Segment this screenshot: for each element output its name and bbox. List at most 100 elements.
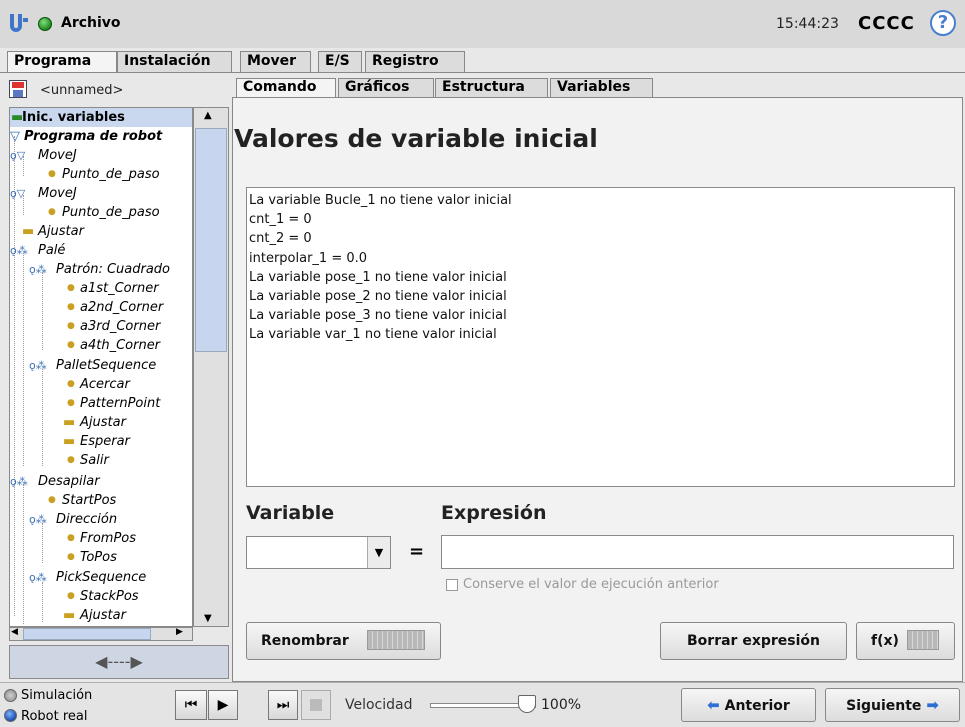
save-icon[interactable] xyxy=(9,80,27,98)
expand-toggle-icon[interactable]: ǫ▽ xyxy=(10,184,25,203)
pallet-icon[interactable]: ǫ⁂ xyxy=(10,472,28,491)
tab-instalacion[interactable]: Instalación xyxy=(117,51,232,73)
pallet-icon[interactable]: ǫ⁂ xyxy=(29,568,47,587)
set-icon: ▬ xyxy=(63,415,76,430)
tree-item-pallet[interactable]: Palé xyxy=(38,241,65,260)
scroll-left-icon[interactable]: ◀ xyxy=(11,627,18,637)
tree-guide xyxy=(23,253,24,466)
scroll-right-icon[interactable]: ▶ xyxy=(176,627,183,637)
simulation-label: Simulación xyxy=(21,688,93,703)
pallet-icon[interactable]: ǫ⁂ xyxy=(29,356,47,375)
tree-item-wait[interactable]: Esperar xyxy=(80,432,130,451)
list-item[interactable]: interpolar_1 = 0.0 xyxy=(249,249,954,268)
waypoint-icon: ● xyxy=(67,379,75,389)
scrollbar-thumb[interactable] xyxy=(195,128,227,352)
help-button[interactable]: ? xyxy=(930,10,956,36)
tree-item-set[interactable]: Ajustar xyxy=(38,222,84,241)
keyboard-icon xyxy=(367,630,425,650)
list-item[interactable]: La variable var_1 no tiene valor inicial xyxy=(249,325,954,344)
tree-item-corner[interactable]: a4th_Corner xyxy=(80,336,160,355)
equals-sign: = xyxy=(409,541,425,562)
expression-input[interactable] xyxy=(441,535,954,569)
tab-programa[interactable]: Programa xyxy=(7,51,117,74)
tree-item-from-pos[interactable]: FromPos xyxy=(80,529,136,548)
tree-item-depalletize[interactable]: Desapilar xyxy=(38,472,100,491)
file-menu[interactable]: Archivo xyxy=(61,15,121,31)
collapse-triangle-icon[interactable]: ▽ xyxy=(10,127,20,146)
speed-value: 100% xyxy=(541,697,582,713)
tab-registro[interactable]: Registro xyxy=(365,51,465,73)
tab-es[interactable]: E/S xyxy=(318,51,362,73)
waypoint-icon: ● xyxy=(67,340,75,350)
tab-variables[interactable]: Variables xyxy=(550,78,653,98)
step-icon[interactable]: ⏭ xyxy=(268,690,298,720)
list-item[interactable]: La variable pose_3 no tiene valor inicia… xyxy=(249,306,954,325)
scroll-up-icon[interactable]: ▲ xyxy=(204,110,212,121)
tree-guide xyxy=(42,369,43,466)
tree-item-movej[interactable]: MoveJ xyxy=(38,146,77,165)
tab-mover[interactable]: Mover xyxy=(240,51,311,73)
tree-item-corner[interactable]: a2nd_Corner xyxy=(80,298,163,317)
speed-slider-handle[interactable] xyxy=(518,695,536,713)
tab-comando[interactable]: Comando xyxy=(236,78,336,99)
keep-previous-checkbox[interactable] xyxy=(446,579,458,591)
scroll-down-icon[interactable]: ▼ xyxy=(204,613,212,624)
keep-previous-label: Conserve el valor de ejecución anterior xyxy=(463,577,719,592)
tree-item-pattern[interactable]: Patrón: Cuadrado xyxy=(56,260,170,279)
pallet-icon[interactable]: ǫ⁂ xyxy=(29,260,47,279)
tree-item-pattern-point[interactable]: PatternPoint xyxy=(80,394,160,413)
play-icon[interactable]: ▶ xyxy=(208,690,238,720)
tree-item-set[interactable]: Ajustar xyxy=(80,413,126,432)
tree-item-pallet-sequence[interactable]: PalletSequence xyxy=(56,356,156,375)
rewind-icon[interactable]: ⏮ xyxy=(175,690,207,720)
program-tree[interactable]: Inic. variables ▬ Programa de robot ▽ Mo… xyxy=(9,107,193,627)
tree-item-direction[interactable]: Dirección xyxy=(56,510,117,529)
next-button[interactable]: Siguiente ➡ xyxy=(825,688,960,722)
scrollbar-thumb[interactable] xyxy=(23,628,151,640)
tree-item-waypoint[interactable]: Punto_de_paso xyxy=(62,203,160,222)
list-item[interactable]: cnt_2 = 0 xyxy=(249,229,954,248)
tree-item-to-pos[interactable]: ToPos xyxy=(80,548,117,567)
waypoint-icon: ● xyxy=(67,398,75,408)
keyboard-icon xyxy=(907,630,939,650)
list-item[interactable]: La variable pose_1 no tiene valor inicia… xyxy=(249,268,954,287)
waypoint-icon: ● xyxy=(67,455,75,465)
waypoint-icon: ● xyxy=(67,533,75,543)
tree-item-stack-pos[interactable]: StackPos xyxy=(80,587,139,606)
pallet-icon[interactable]: ǫ⁂ xyxy=(10,241,28,260)
formula-button[interactable]: f(x) xyxy=(856,622,955,660)
list-item[interactable]: La variable Bucle_1 no tiene valor inici… xyxy=(249,191,954,210)
tree-item-robot-program[interactable]: Programa de robot xyxy=(24,127,162,146)
tree-item-exit[interactable]: Salir xyxy=(80,451,109,470)
previous-button-label: Anterior xyxy=(724,698,790,714)
tree-item-corner[interactable]: a1st_Corner xyxy=(80,279,159,298)
list-item[interactable]: La variable pose_2 no tiene valor inicia… xyxy=(249,287,954,306)
set-icon: ▬ xyxy=(63,608,76,623)
tree-guide xyxy=(42,272,43,350)
pallet-icon[interactable]: ǫ⁂ xyxy=(29,510,47,529)
tree-item-corner[interactable]: a3rd_Corner xyxy=(80,317,160,336)
tree-item-pick-sequence[interactable]: PickSequence xyxy=(56,568,146,587)
waypoint-icon: ● xyxy=(67,552,75,562)
tree-item-approach[interactable]: Acercar xyxy=(80,375,130,394)
expand-toggle-icon[interactable]: ǫ▽ xyxy=(10,146,25,165)
variables-list[interactable]: La variable Bucle_1 no tiene valor inici… xyxy=(246,187,955,487)
real-robot-radio[interactable] xyxy=(4,709,17,722)
tree-item-waypoint[interactable]: Punto_de_paso xyxy=(62,165,160,184)
tree-navigation-arrows[interactable]: ◀----▶ xyxy=(9,645,229,679)
program-name: <unnamed> xyxy=(40,83,124,98)
tree-item-start-pos[interactable]: StartPos xyxy=(62,491,116,510)
tree-item-set[interactable]: Ajustar xyxy=(80,606,126,625)
chevron-down-icon[interactable]: ▼ xyxy=(367,537,390,568)
clear-expression-button[interactable]: Borrar expresión xyxy=(660,622,847,660)
tree-item-init-variables[interactable]: Inic. variables xyxy=(10,108,192,127)
simulation-radio[interactable] xyxy=(4,689,17,702)
tab-estructura[interactable]: Estructura xyxy=(435,78,548,98)
previous-button[interactable]: ⬅ Anterior xyxy=(681,688,816,722)
tab-graficos[interactable]: Gráficos xyxy=(338,78,434,98)
list-item[interactable]: cnt_1 = 0 xyxy=(249,210,954,229)
stop-icon[interactable] xyxy=(301,690,331,720)
waypoint-icon: ● xyxy=(67,591,75,601)
tree-item-movej[interactable]: MoveJ xyxy=(38,184,77,203)
waypoint-icon: ● xyxy=(48,169,56,179)
